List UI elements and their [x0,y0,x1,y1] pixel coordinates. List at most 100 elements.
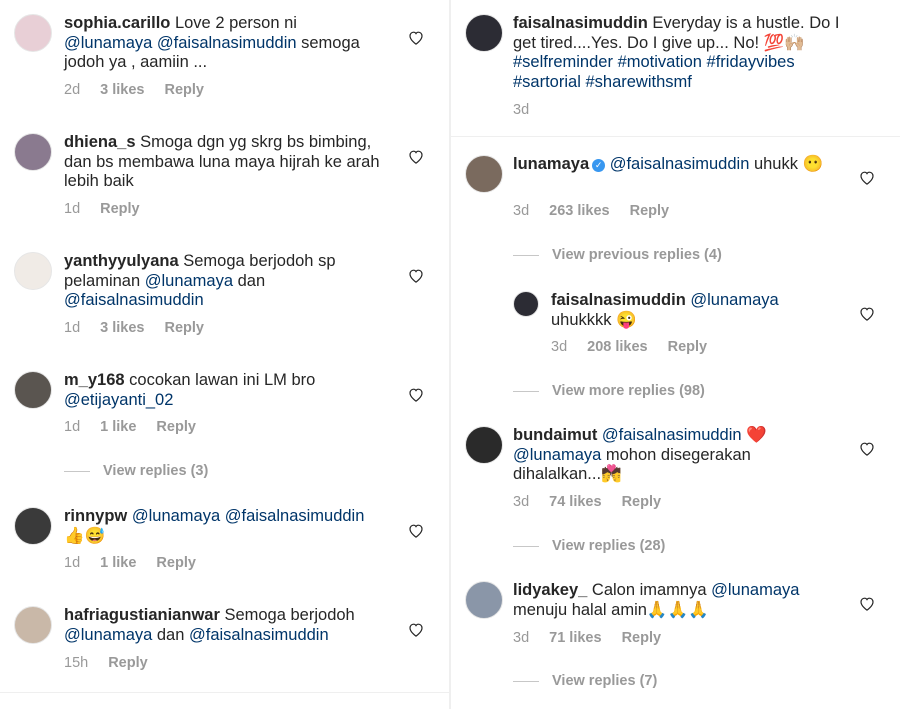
hashtag-link[interactable]: #fridayvibes [707,53,795,71]
username-link[interactable]: dhiena_s [64,133,136,151]
likes-count[interactable]: 74 likes [549,494,601,510]
heart-icon[interactable] [408,30,424,45]
mention-link[interactable]: @etijayanti_02 [64,391,173,409]
timestamp[interactable]: 3d [513,203,529,219]
likes-count[interactable]: 71 likes [549,630,601,646]
view-more-replies-button[interactable]: View more replies (98) [513,383,705,399]
username-link[interactable]: faisalnasimuddin [513,14,648,32]
reply-button[interactable]: Reply [164,82,204,98]
heart-icon[interactable] [859,306,875,321]
timestamp[interactable]: 3d [513,102,529,118]
timestamp[interactable]: 2d [64,82,80,98]
username-link[interactable]: lunamaya [513,155,589,173]
view-replies-button[interactable]: View replies (7) [513,673,657,689]
username-link[interactable]: sophia.carillo [64,14,170,32]
username-link[interactable]: yanthyyulyana [64,252,179,270]
heart-icon[interactable] [408,387,424,402]
timestamp[interactable]: 1d [64,419,80,435]
avatar[interactable] [465,155,503,193]
view-replies-label: View replies (7) [552,673,658,689]
comment-text: faisalnasimuddin Everyday is a hustle. D… [513,14,843,92]
view-replies-label: View more replies (98) [552,383,705,399]
mention-link[interactable]: @lunamaya [64,626,152,644]
mention-link[interactable]: @lunamaya [711,581,799,599]
view-replies-button[interactable]: View replies (3) [64,463,208,479]
comment-meta: 3d [513,102,549,118]
mention-link[interactable]: @faisalnasimuddin [189,626,329,644]
timestamp[interactable]: 3d [551,339,567,355]
mention-link[interactable]: @lunamaya [513,446,601,464]
heart-icon[interactable] [408,268,424,283]
reply-button[interactable]: Reply [668,339,708,355]
mention-link[interactable]: @lunamaya [132,507,220,525]
hashtag-link[interactable]: #motivation [618,53,702,71]
heart-icon[interactable] [408,523,424,538]
likes-count[interactable]: 3 likes [100,82,144,98]
mention-link[interactable]: @lunamaya [64,34,152,52]
timestamp[interactable]: 1d [64,320,80,336]
view-replies-label: View replies (28) [552,538,666,554]
view-previous-replies-button[interactable]: View previous replies (4) [513,247,722,263]
timestamp[interactable]: 1d [64,201,80,217]
avatar[interactable] [14,371,52,409]
avatar[interactable] [14,14,52,52]
avatar[interactable] [465,14,503,52]
view-replies-button[interactable]: View replies (28) [513,538,665,554]
avatar[interactable] [513,291,539,317]
likes-count[interactable]: 263 likes [549,203,609,219]
mention-link[interactable]: @faisalnasimuddin [157,34,297,52]
comment-text: dhiena_s Smoga dgn yg skrg bs bimbing, d… [64,133,384,192]
username-link[interactable]: faisalnasimuddin [551,291,686,309]
reply-button[interactable]: Reply [630,203,670,219]
likes-count[interactable]: 1 like [100,555,136,571]
timestamp[interactable]: 15h [64,655,88,671]
reply-button[interactable]: Reply [156,419,196,435]
heart-icon[interactable] [859,441,875,456]
reply-button[interactable]: Reply [622,494,662,510]
likes-count[interactable]: 3 likes [100,320,144,336]
heart-icon[interactable] [408,622,424,637]
avatar[interactable] [14,507,52,545]
likes-count[interactable]: 208 likes [587,339,647,355]
comment-meta: 3d 263 likes Reply [513,203,689,219]
reply-button[interactable]: Reply [164,320,204,336]
heart-icon[interactable] [859,170,875,185]
username-link[interactable]: bundaimut [513,426,597,444]
reply-button[interactable]: Reply [156,555,196,571]
avatar[interactable] [14,133,52,171]
hashtag-link[interactable]: #sartorial [513,73,581,91]
avatar[interactable] [14,252,52,290]
comment-text-segment: cocokan lawan ini LM bro [124,371,316,389]
comment-text: bundaimut @faisalnasimuddin ❤️ @lunamaya… [513,426,793,485]
username-link[interactable]: hafriagustianianwar [64,606,220,624]
likes-count[interactable]: 1 like [100,419,136,435]
reply-button[interactable]: Reply [100,201,140,217]
avatar[interactable] [14,606,52,644]
hashtag-link[interactable]: #sharewithsmf [585,73,691,91]
mention-link[interactable]: @faisalnasimuddin [225,507,365,525]
timestamp[interactable]: 3d [513,630,529,646]
username-link[interactable]: rinnypw [64,507,127,525]
reply-button[interactable]: Reply [108,655,148,671]
heart-icon[interactable] [859,596,875,611]
mention-link[interactable]: @faisalnasimuddin [64,291,204,309]
bottom-divider [0,692,449,693]
comment-meta: 1d 1 like Reply [64,555,216,571]
comment-text-segment: Semoga berjodoh [219,606,355,624]
comment-text-segment: uhukkkk 😜 [551,310,637,329]
avatar[interactable] [465,426,503,464]
hashtag-link[interactable]: #selfreminder [513,53,613,71]
mention-link[interactable]: @faisalnasimuddin [610,155,750,173]
username-link[interactable]: lidyakey_ [513,581,587,599]
avatar[interactable] [465,581,503,619]
heart-icon[interactable] [408,149,424,164]
mention-link[interactable]: @lunamaya [145,272,233,290]
timestamp[interactable]: 3d [513,494,529,510]
reply-button[interactable]: Reply [622,630,662,646]
mention-link[interactable]: @faisalnasimuddin [602,426,742,444]
mention-link[interactable]: @lunamaya [690,291,778,309]
comment-text: m_y168 cocokan lawan ini LM bro @etijaya… [64,371,384,410]
username-link[interactable]: m_y168 [64,371,125,389]
reply-thread-line [513,254,539,256]
timestamp[interactable]: 1d [64,555,80,571]
